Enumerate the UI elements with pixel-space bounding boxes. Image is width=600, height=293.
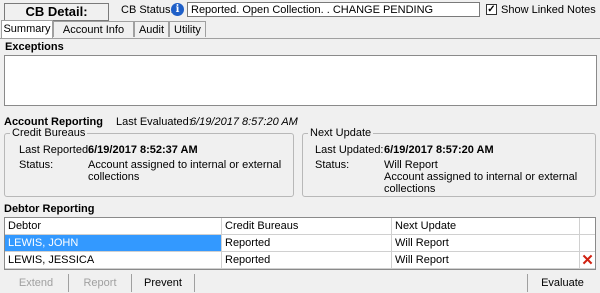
delete-x-icon[interactable]: ✕ (580, 252, 595, 269)
tab-divider (0, 38, 600, 39)
prevent-button[interactable]: Prevent (132, 274, 195, 292)
tab-audit[interactable]: Audit (134, 21, 169, 37)
column-header-credit-bureaus[interactable]: Credit Bureaus (222, 218, 392, 235)
next-update-status-line2: Account assigned to internal or external (384, 171, 578, 183)
debtor-cell[interactable]: LEWIS, JOHN (5, 235, 222, 252)
column-header-next-update[interactable]: Next Update (392, 218, 580, 235)
credit-bureaus-cell[interactable]: Reported (222, 235, 392, 252)
checkmark-icon: ✓ (487, 4, 496, 15)
last-updated-value: 6/19/2017 8:57:20 AM (384, 144, 494, 156)
info-icon[interactable]: i (171, 3, 184, 16)
credit-bureaus-status-line2: collections (88, 171, 140, 183)
debtor-cell[interactable]: LEWIS, JESSICA (5, 252, 222, 269)
credit-bureaus-cell[interactable]: Reported (222, 252, 392, 269)
next-update-cell[interactable]: Will Report (392, 252, 580, 269)
show-linked-notes-checkbox[interactable]: ✓ (486, 4, 497, 15)
cb-detail-title: CB Detail: (4, 3, 109, 21)
next-update-status-line1: Will Report (384, 159, 438, 171)
evaluate-button[interactable]: Evaluate (527, 274, 597, 292)
exceptions-title: Exceptions (5, 41, 64, 53)
show-linked-notes-label[interactable]: Show Linked Notes (501, 4, 596, 16)
cb-status-label: CB Status: (121, 4, 174, 16)
next-update-status-line3: collections (384, 183, 436, 195)
extend-button[interactable]: Extend (4, 274, 69, 292)
last-evaluated-value: 6/19/2017 8:57:20 AM (190, 116, 298, 128)
credit-bureaus-legend: Credit Bureaus (10, 127, 88, 139)
tab-account-info[interactable]: Account Info (53, 21, 134, 37)
credit-bureaus-status-label: Status: (19, 159, 54, 171)
last-reported-value: 6/19/2017 8:52:37 AM (88, 144, 198, 156)
last-evaluated-label: Last Evaluated: (116, 116, 192, 128)
debtor-reporting-grid: Debtor Credit Bureaus Next Update LEWIS,… (4, 217, 596, 270)
last-reported-label: Last Reported: (19, 144, 92, 156)
report-button[interactable]: Report (69, 274, 132, 292)
credit-bureaus-status-line1: Account assigned to internal or external (88, 159, 282, 171)
debtor-reporting-title: Debtor Reporting (4, 203, 95, 215)
cb-status-field: Reported. Open Collection. . CHANGE PEND… (187, 2, 480, 17)
next-update-legend: Next Update (308, 127, 374, 139)
tab-summary[interactable]: Summary (1, 20, 53, 38)
row-action-cell (580, 235, 595, 252)
tab-utility[interactable]: Utility (169, 21, 206, 37)
column-header-debtor[interactable]: Debtor (5, 218, 222, 235)
next-update-cell[interactable]: Will Report (392, 235, 580, 252)
next-update-status-label: Status: (315, 159, 350, 171)
exceptions-list[interactable] (4, 55, 597, 106)
column-header-action (580, 218, 595, 235)
last-updated-label: Last Updated: (315, 144, 384, 156)
